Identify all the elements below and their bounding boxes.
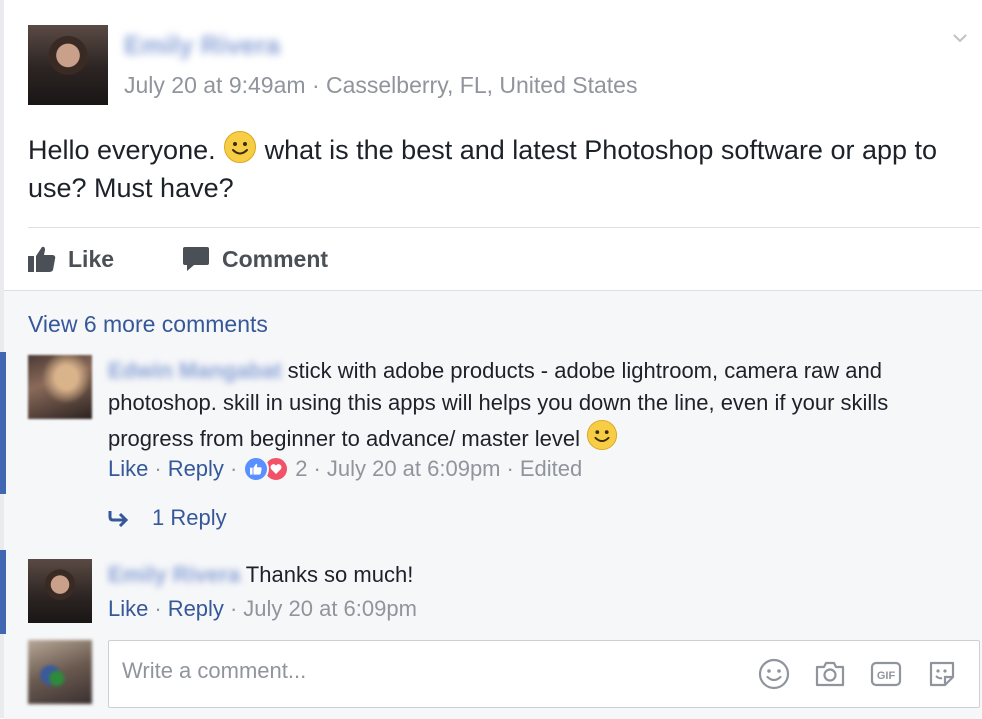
view-replies-link[interactable]: 1 Reply: [108, 505, 227, 531]
comment-button[interactable]: Comment: [182, 240, 328, 278]
like-label: Like: [68, 245, 115, 272]
separator-dot: ·: [229, 456, 238, 481]
camera-icon[interactable]: [813, 657, 847, 691]
author-name[interactable]: Emily Rivera: [124, 30, 280, 61]
svg-text:GIF: GIF: [877, 670, 896, 682]
reply-arrow-icon: [108, 511, 129, 527]
comment-label: Comment: [222, 245, 329, 272]
separator-dot: ·: [154, 456, 162, 481]
thread-indicator: [0, 352, 6, 494]
commenter-avatar[interactable]: [28, 355, 92, 419]
like-button[interactable]: Like: [28, 240, 114, 278]
reaction-count[interactable]: 2: [295, 456, 307, 482]
commenter-name[interactable]: Emily Rivera: [108, 562, 240, 587]
smiley-icon[interactable]: [757, 657, 791, 691]
sticker-icon[interactable]: [925, 657, 959, 691]
smiley-emoji-icon: [224, 131, 257, 163]
comment-like-link[interactable]: Like: [108, 456, 148, 482]
thumbs-up-icon: [28, 246, 56, 272]
smiley-emoji-icon: [587, 419, 618, 451]
post-text-part1: Hello everyone.: [28, 135, 224, 165]
comment-input[interactable]: Write a comment... GIF: [108, 640, 980, 708]
thread-indicator: [0, 550, 6, 634]
author-avatar[interactable]: [28, 25, 108, 105]
divider: [28, 227, 980, 228]
current-user-avatar[interactable]: [28, 640, 92, 704]
view-more-comments-link[interactable]: View 6 more comments: [28, 311, 268, 338]
commenter-avatar[interactable]: [28, 559, 92, 623]
comment-actions: Like · Reply · July 20 at 6:09pm: [108, 596, 417, 622]
replies-count-label: 1 Reply: [152, 505, 227, 530]
edited-label[interactable]: Edited: [520, 456, 582, 482]
speech-bubble-icon: [183, 247, 209, 271]
separator-dot: ·: [154, 596, 162, 621]
like-reaction-icon: [243, 456, 270, 482]
separator-dot: ·: [313, 456, 321, 481]
post-body: Hello everyone. what is the best and lat…: [28, 130, 973, 207]
comment-body: Emily Rivera Thanks so much!: [108, 559, 968, 591]
comment-actions: Like · Reply · 2 · July 20 at 6:09pm · E…: [108, 456, 582, 482]
comment-input-placeholder: Write a comment...: [122, 658, 307, 683]
reaction-summary[interactable]: [243, 456, 290, 482]
comment-text: Thanks so much!: [240, 562, 414, 587]
chevron-down-icon[interactable]: [952, 30, 968, 46]
gif-icon[interactable]: GIF: [869, 657, 903, 691]
post-card: Emily Rivera July 20 at 9:49am · Casselb…: [0, 0, 982, 719]
comment-reply-link[interactable]: Reply: [168, 596, 224, 622]
comment-timestamp[interactable]: July 20 at 6:09pm: [243, 596, 417, 622]
separator-dot: ·: [229, 596, 238, 621]
separator-dot: ·: [506, 456, 514, 481]
comment-reply-link[interactable]: Reply: [168, 456, 224, 482]
comment-body: Edwin Mangabat stick with adobe products…: [108, 355, 968, 455]
comment-timestamp[interactable]: July 20 at 6:09pm: [327, 456, 501, 482]
post-timestamp-location[interactable]: July 20 at 9:49am · Casselberry, FL, Uni…: [124, 72, 637, 99]
comment-like-link[interactable]: Like: [108, 596, 148, 622]
commenter-name[interactable]: Edwin Mangabat: [108, 358, 282, 383]
